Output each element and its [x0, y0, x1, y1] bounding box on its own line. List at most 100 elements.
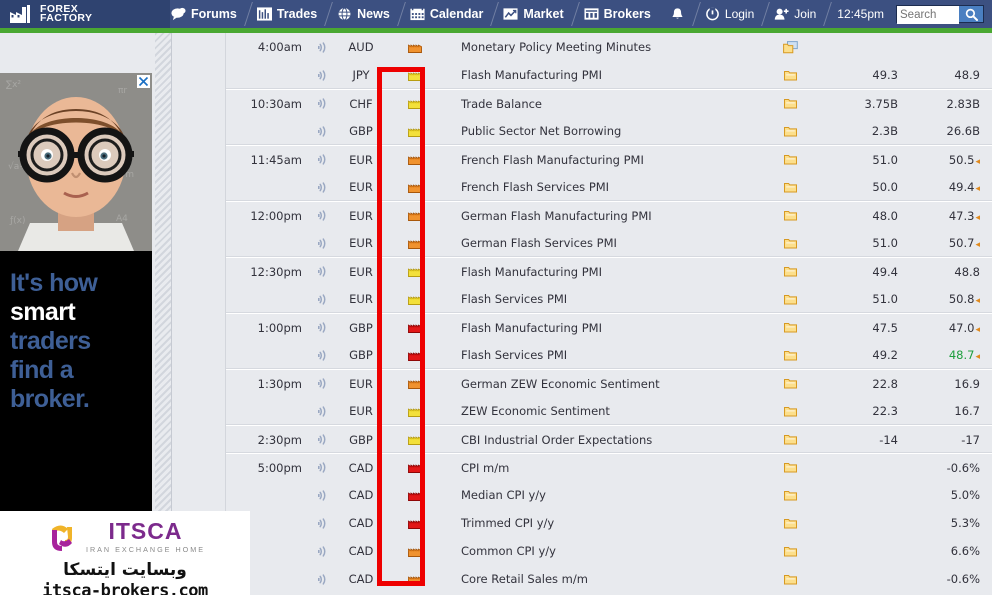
alert-toggle[interactable] — [308, 377, 338, 390]
event-title[interactable]: Flash Services PMI — [446, 292, 766, 306]
folder-icon[interactable] — [783, 210, 797, 221]
speaker-icon[interactable] — [317, 321, 329, 334]
folder-icon[interactable] — [783, 546, 797, 557]
folder-icon[interactable] — [783, 238, 797, 249]
calendar-row[interactable]: EUR ZEW Economic Sentiment 22.3 16.7 — [226, 397, 992, 425]
alert-toggle[interactable] — [308, 209, 338, 222]
search-input[interactable] — [897, 6, 959, 24]
clock-display[interactable]: 12:45pm — [827, 7, 894, 21]
speaker-icon[interactable] — [317, 97, 329, 110]
folder-icon[interactable] — [783, 378, 797, 389]
alert-toggle[interactable] — [308, 405, 338, 418]
alert-toggle[interactable] — [308, 573, 338, 586]
nav-item-brokers[interactable]: Brokers — [575, 0, 662, 28]
event-title[interactable]: German Flash Manufacturing PMI — [446, 209, 766, 223]
speaker-icon[interactable] — [317, 181, 329, 194]
event-detail-toggle[interactable] — [766, 238, 814, 249]
join-button[interactable]: Join — [765, 0, 827, 28]
event-title[interactable]: French Flash Services PMI — [446, 180, 766, 194]
event-title[interactable]: CPI m/m — [446, 461, 766, 475]
alert-toggle[interactable] — [308, 461, 338, 474]
speaker-icon[interactable] — [317, 265, 329, 278]
speaker-icon[interactable] — [317, 237, 329, 250]
calendar-row[interactable]: 2:30pm GBP CBI Industrial Order Expectatio… — [226, 425, 992, 453]
event-detail-toggle[interactable] — [766, 434, 814, 445]
site-logo[interactable]: FOREX FACTORY — [10, 2, 92, 26]
event-title[interactable]: Trade Balance — [446, 97, 766, 111]
search-button[interactable] — [959, 6, 983, 22]
alert-toggle[interactable] — [308, 97, 338, 110]
alert-toggle[interactable] — [308, 321, 338, 334]
event-detail-toggle[interactable] — [766, 546, 814, 557]
nav-item-calendar[interactable]: Calendar — [401, 0, 495, 28]
event-title[interactable]: Core Retail Sales m/m — [446, 572, 766, 586]
event-detail-toggle[interactable] — [766, 462, 814, 473]
calendar-row[interactable]: 4:00am AUD Monetary Policy Meeting Minutes — [226, 33, 992, 61]
folder-icon[interactable] — [783, 98, 797, 109]
event-title[interactable]: CBI Industrial Order Expectations — [446, 433, 766, 447]
event-detail-toggle[interactable] — [766, 98, 814, 109]
event-title[interactable]: German Flash Services PMI — [446, 236, 766, 250]
alert-toggle[interactable] — [308, 293, 338, 306]
event-detail-toggle[interactable] — [766, 266, 814, 277]
event-detail-toggle[interactable] — [766, 378, 814, 389]
event-detail-toggle[interactable] — [766, 154, 814, 165]
folder-icon[interactable] — [783, 574, 797, 585]
nav-item-trades[interactable]: Trades — [248, 0, 328, 28]
folder-icon[interactable] — [783, 462, 797, 473]
speaker-icon[interactable] — [317, 433, 329, 446]
speaker-icon[interactable] — [317, 461, 329, 474]
folder-icon[interactable] — [783, 518, 797, 529]
event-detail-toggle[interactable] — [766, 70, 814, 81]
calendar-row[interactable]: EUR Flash Services PMI 51.0 50.8◂ — [226, 285, 992, 313]
speaker-icon[interactable] — [317, 125, 329, 138]
folder-icon[interactable] — [783, 434, 797, 445]
alert-toggle[interactable] — [308, 349, 338, 362]
folder-icon[interactable] — [783, 490, 797, 501]
calendar-row[interactable]: 5:00pm CAD CPI m/m -0.6% — [226, 453, 992, 481]
event-detail-toggle[interactable] — [766, 126, 814, 137]
event-title[interactable]: Monetary Policy Meeting Minutes — [446, 40, 766, 54]
alert-toggle[interactable] — [308, 489, 338, 502]
event-title[interactable]: French Flash Manufacturing PMI — [446, 153, 766, 167]
nav-item-news[interactable]: News — [328, 0, 401, 28]
alert-toggle[interactable] — [308, 237, 338, 250]
alert-toggle[interactable] — [308, 181, 338, 194]
folder-icon[interactable] — [783, 294, 797, 305]
alert-toggle[interactable] — [308, 125, 338, 138]
alert-toggle[interactable] — [308, 265, 338, 278]
alert-toggle[interactable] — [308, 69, 338, 82]
event-detail-toggle[interactable] — [766, 40, 814, 54]
speaker-icon[interactable] — [317, 573, 329, 586]
event-title[interactable]: Trimmed CPI y/y — [446, 516, 766, 530]
calendar-row[interactable]: 10:30am CHF Trade Balance 3.75B 2.83B — [226, 89, 992, 117]
alert-toggle[interactable] — [308, 433, 338, 446]
event-detail-toggle[interactable] — [766, 182, 814, 193]
event-detail-toggle[interactable] — [766, 406, 814, 417]
speaker-icon[interactable] — [317, 153, 329, 166]
speaker-icon[interactable] — [317, 377, 329, 390]
alert-toggle[interactable] — [308, 41, 338, 54]
speaker-icon[interactable] — [317, 517, 329, 530]
event-title[interactable]: German ZEW Economic Sentiment — [446, 377, 766, 391]
calendar-row[interactable]: 12:30pm EUR Flash Manufacturing PMI 49.4 48.… — [226, 257, 992, 285]
speaker-icon[interactable] — [317, 41, 329, 54]
event-detail-toggle[interactable] — [766, 350, 814, 361]
event-title[interactable]: Flash Manufacturing PMI — [446, 321, 766, 335]
speaker-icon[interactable] — [317, 293, 329, 306]
calendar-row[interactable]: 11:45am EUR French Flash Manufacturing PMI… — [226, 145, 992, 173]
event-title[interactable]: Median CPI y/y — [446, 488, 766, 502]
nav-item-market[interactable]: Market — [494, 0, 574, 28]
speaker-icon[interactable] — [317, 209, 329, 222]
event-detail-toggle[interactable] — [766, 518, 814, 529]
event-title[interactable]: Flash Manufacturing PMI — [446, 265, 766, 279]
calendar-row[interactable]: 12:00pm EUR German Flash Manufacturing PMI… — [226, 201, 992, 229]
calendar-row[interactable]: CAD Common CPI y/y 6.6% — [226, 537, 992, 565]
nav-item-forums[interactable]: Forums — [162, 0, 248, 28]
event-title[interactable]: Flash Manufacturing PMI — [446, 68, 766, 82]
event-title[interactable]: Flash Services PMI — [446, 348, 766, 362]
event-detail-toggle[interactable] — [766, 294, 814, 305]
calendar-row[interactable]: CAD Trimmed CPI y/y 5.3% — [226, 509, 992, 537]
speaker-icon[interactable] — [317, 405, 329, 418]
speaker-icon[interactable] — [317, 489, 329, 502]
